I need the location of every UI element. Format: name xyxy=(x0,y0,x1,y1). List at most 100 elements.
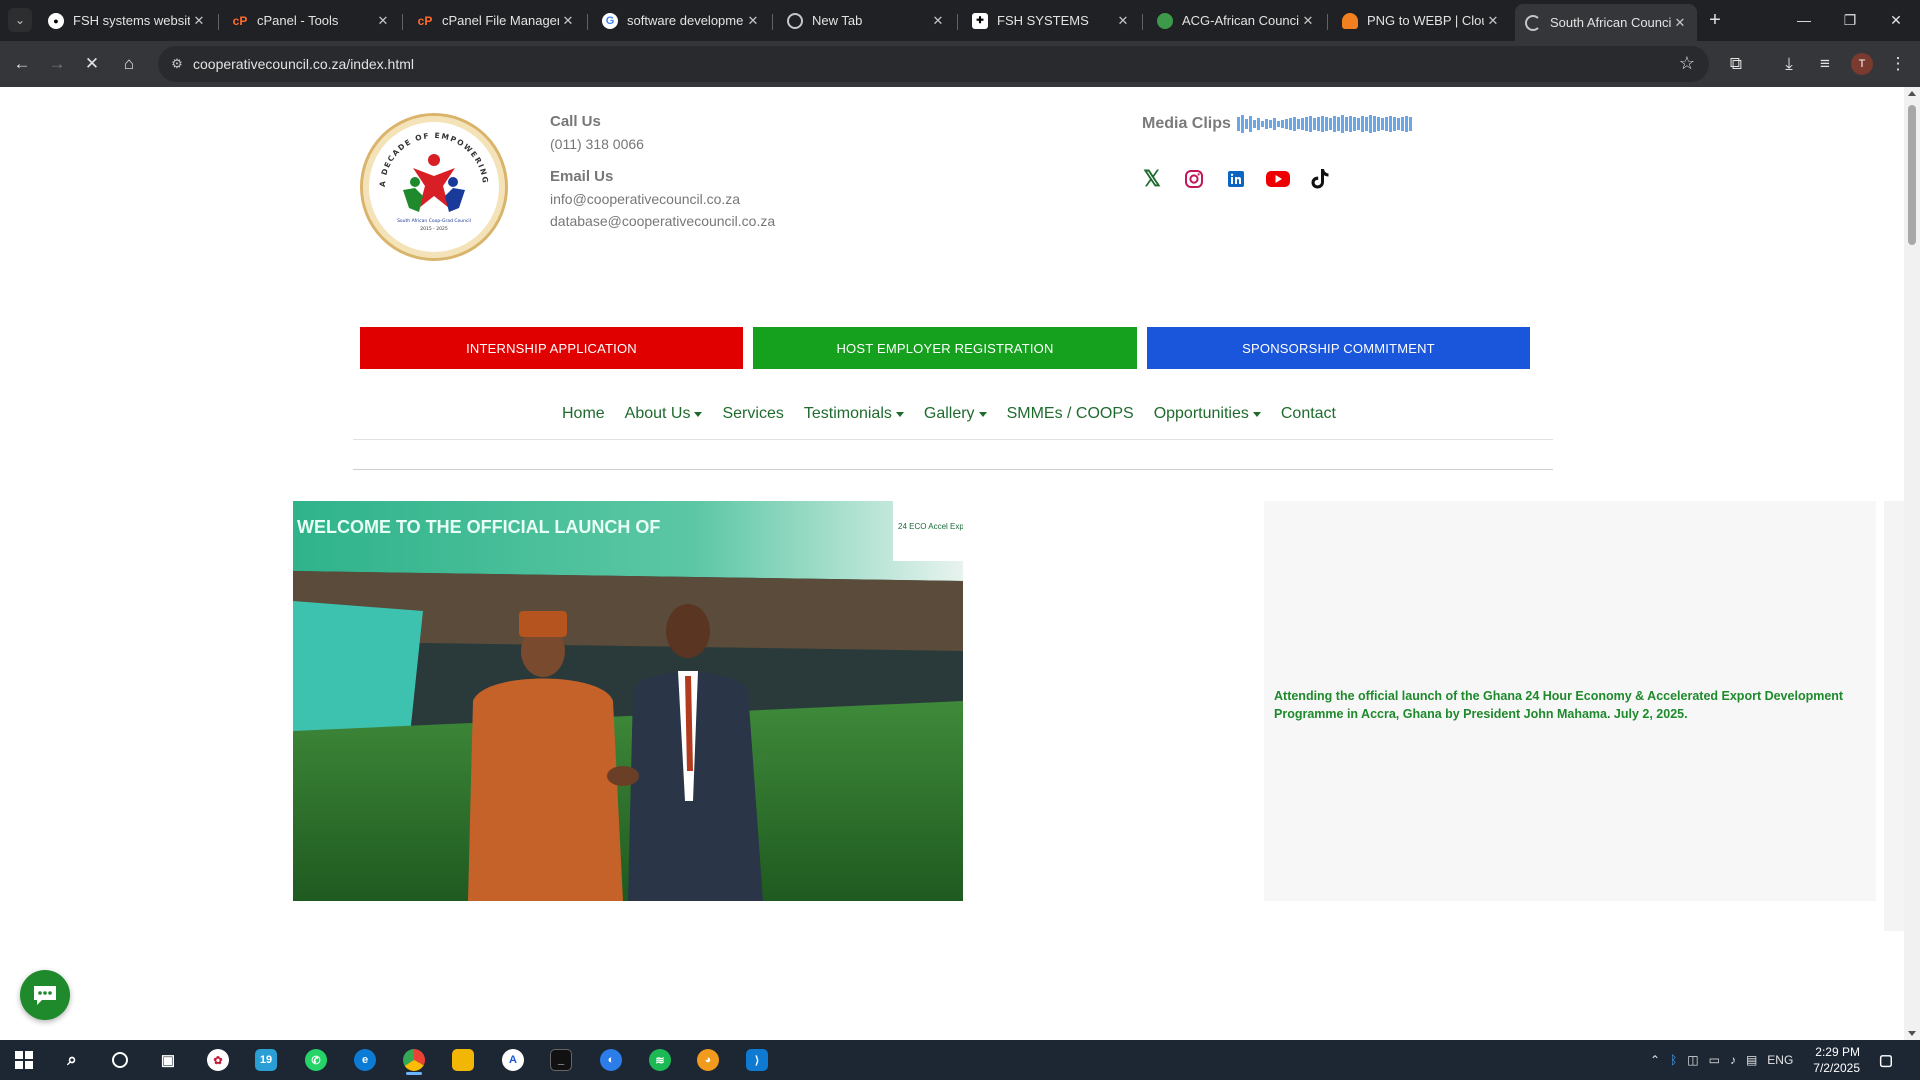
close-tab-icon[interactable]: ✕ xyxy=(1671,14,1689,32)
media-control-icon[interactable]: ≡ xyxy=(1811,50,1839,78)
tab-search-button[interactable]: ⌄ xyxy=(8,8,32,32)
nav-services[interactable]: Services xyxy=(722,405,783,423)
restore-button[interactable]: ❐ xyxy=(1827,0,1873,40)
url-text[interactable]: cooperativecouncil.co.za/index.html xyxy=(193,56,414,72)
email-info-link[interactable]: info@cooperativecouncil.co.za xyxy=(550,191,775,207)
internship-application-button[interactable]: INTERNSHIP APPLICATION xyxy=(360,327,743,369)
minimize-button[interactable]: — xyxy=(1781,0,1827,40)
taskbar-edge[interactable]: e xyxy=(345,1044,385,1076)
clock[interactable]: 2:29 PM 7/2/2025 xyxy=(1800,1044,1860,1076)
close-tab-icon[interactable]: ✕ xyxy=(1484,12,1502,30)
notification-center-button[interactable]: ▢ xyxy=(1866,1044,1906,1076)
profile-avatar[interactable]: T xyxy=(1851,53,1873,75)
close-tab-icon[interactable]: ✕ xyxy=(744,12,762,30)
tab-acg-african-council[interactable]: ACG-African Council ✕ xyxy=(1147,6,1325,35)
cortana-button[interactable] xyxy=(100,1044,140,1076)
task-view-button[interactable]: ▣ xyxy=(148,1044,188,1076)
site-info-icon[interactable]: ⚙ xyxy=(168,55,186,73)
nav-gallery[interactable]: Gallery xyxy=(924,405,987,423)
audio-waveform-icon[interactable] xyxy=(1236,115,1437,133)
address-bar[interactable]: ⚙ cooperativecouncil.co.za/index.html ☆ xyxy=(158,46,1709,82)
taskbar-terminal[interactable]: _ xyxy=(541,1044,581,1076)
scroll-up-icon[interactable] xyxy=(1908,91,1916,96)
waveform-bar xyxy=(1304,117,1308,131)
phone-number[interactable]: (011) 318 0066 xyxy=(550,136,775,152)
bluetooth-icon[interactable]: ᛒ xyxy=(1670,1053,1677,1067)
task-view-icon: ▣ xyxy=(160,1052,176,1069)
acg-icon xyxy=(1157,12,1173,29)
close-window-button[interactable]: ✕ xyxy=(1873,0,1919,40)
taskbar-file-explorer[interactable] xyxy=(443,1044,483,1076)
taskbar-chrome[interactable] xyxy=(394,1044,434,1076)
linkedin-icon[interactable] xyxy=(1224,167,1248,191)
chat-widget-button[interactable] xyxy=(20,970,70,1020)
scrollbar-thumb[interactable] xyxy=(1908,105,1916,245)
nav-opportunities[interactable]: Opportunities xyxy=(1154,405,1261,423)
search-taskbar-button[interactable]: ⌕ xyxy=(52,1044,92,1076)
taskbar-whatsapp[interactable]: ✆ xyxy=(296,1044,336,1076)
volume-icon[interactable]: ♪ xyxy=(1730,1053,1736,1067)
tab-strip: ⌄ ● FSH systems website ✕ cP cPanel - To… xyxy=(0,0,1920,41)
close-tab-icon[interactable]: ✕ xyxy=(190,12,208,30)
meet-now-icon[interactable]: ◫ xyxy=(1687,1053,1698,1067)
stop-loading-button[interactable]: ✕ xyxy=(78,50,106,78)
nav-contact[interactable]: Contact xyxy=(1281,405,1336,423)
tab-png-to-webp[interactable]: PNG to WEBP | Cloud ✕ xyxy=(1332,6,1510,35)
taskbar-calendar[interactable]: 19 xyxy=(246,1044,286,1076)
youtube-icon[interactable] xyxy=(1266,167,1290,191)
waveform-bar xyxy=(1340,115,1344,133)
system-tray: ⌃ ᛒ ◫ ▭ ♪ ▤ ENG xyxy=(1650,1040,1793,1080)
edge-icon: e xyxy=(354,1049,376,1071)
taskbar-spotify[interactable]: ≋ xyxy=(640,1044,680,1076)
tab-south-african-council[interactable]: South African Council ✕ xyxy=(1515,4,1697,41)
host-employer-registration-button[interactable]: HOST EMPLOYER REGISTRATION xyxy=(753,327,1137,369)
close-tab-icon[interactable]: ✕ xyxy=(1299,12,1317,30)
menu-icon[interactable]: ⋮ xyxy=(1884,50,1912,78)
tab-software-development[interactable]: G software development ✕ xyxy=(592,6,770,35)
tiktok-icon[interactable] xyxy=(1308,167,1332,191)
tab-fsh-website[interactable]: ● FSH systems website ✕ xyxy=(38,6,216,35)
page-scrollbar[interactable] xyxy=(1904,87,1920,1040)
contact-block: Call Us (011) 318 0066 Email Us info@coo… xyxy=(550,113,775,229)
media-clips[interactable]: Media Clips xyxy=(1142,115,1437,133)
close-tab-icon[interactable]: ✕ xyxy=(1114,12,1132,30)
taskbar-app-store[interactable]: A xyxy=(493,1044,533,1076)
home-button[interactable]: ⌂ xyxy=(115,50,143,78)
start-button[interactable] xyxy=(4,1044,44,1076)
close-tab-icon[interactable]: ✕ xyxy=(374,12,392,30)
chevron-up-icon[interactable]: ⌃ xyxy=(1650,1053,1660,1067)
bookmark-star-icon[interactable]: ☆ xyxy=(1679,53,1695,74)
close-tab-icon[interactable]: ✕ xyxy=(929,12,947,30)
vscode-icon: ⟩ xyxy=(746,1049,768,1071)
camera-icon[interactable]: ▭ xyxy=(1709,1053,1720,1067)
nav-home[interactable]: Home xyxy=(562,405,605,423)
sponsorship-commitment-button[interactable]: SPONSORSHIP COMMITMENT xyxy=(1147,327,1530,369)
app-icon: ◐ xyxy=(600,1049,622,1071)
nav-smmes-coops[interactable]: SMMEs / COOPS xyxy=(1007,405,1134,423)
council-logo[interactable]: A DECADE OF EMPOWERING GRADUATES South A… xyxy=(360,113,508,261)
email-database-link[interactable]: database@cooperativecouncil.co.za xyxy=(550,213,775,229)
tab-fsh-systems[interactable]: ✚ FSH SYSTEMS ✕ xyxy=(962,6,1140,35)
taskbar-app-1[interactable]: ✿ xyxy=(198,1044,238,1076)
download-icon[interactable]: ⤓ xyxy=(1775,50,1803,78)
news-caption-panel: Attending the official launch of the Gha… xyxy=(1264,501,1876,901)
forward-button[interactable]: → xyxy=(43,50,71,78)
hero-photo[interactable]: WELCOME TO THE OFFICIAL LAUNCH OF 24 ECO… xyxy=(293,501,963,901)
new-tab-button[interactable]: + xyxy=(1703,8,1727,32)
taskbar-app-3[interactable]: ◕ xyxy=(688,1044,728,1076)
tab-new-tab[interactable]: New Tab ✕ xyxy=(777,6,955,35)
nav-about-us[interactable]: About Us xyxy=(625,405,703,423)
scroll-down-icon[interactable] xyxy=(1908,1031,1916,1036)
taskbar-vscode[interactable]: ⟩ xyxy=(737,1044,777,1076)
tab-cpanel-file-manager[interactable]: cP cPanel File Manager v ✕ xyxy=(407,6,585,35)
extensions-icon[interactable]: ⧉ xyxy=(1722,50,1750,78)
x-icon[interactable]: 𝕏 xyxy=(1140,166,1164,191)
nav-testimonials[interactable]: Testimonials xyxy=(804,405,904,423)
tab-cpanel-tools[interactable]: cP cPanel - Tools ✕ xyxy=(222,6,400,35)
taskbar-app-2[interactable]: ◐ xyxy=(591,1044,631,1076)
network-icon[interactable]: ▤ xyxy=(1746,1053,1757,1067)
language-indicator[interactable]: ENG xyxy=(1767,1053,1793,1067)
back-button[interactable]: ← xyxy=(8,50,36,78)
instagram-icon[interactable] xyxy=(1182,167,1206,191)
close-tab-icon[interactable]: ✕ xyxy=(559,12,577,30)
